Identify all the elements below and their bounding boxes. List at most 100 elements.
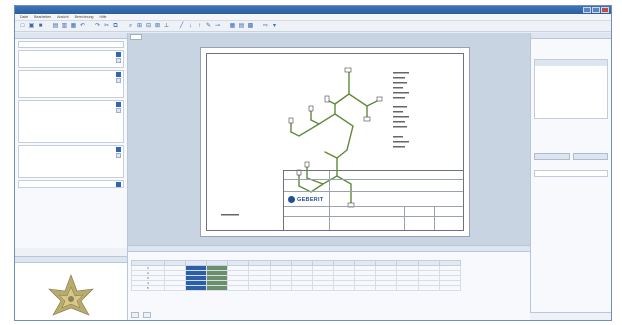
measure-icon[interactable]: ⟂ [163, 23, 170, 30]
edit-icon[interactable] [116, 153, 121, 158]
add-icon[interactable] [116, 182, 121, 187]
logo-mark-icon [288, 196, 295, 203]
edit-icon[interactable] [116, 108, 121, 113]
list-item[interactable] [19, 62, 123, 67]
tab-drawing[interactable] [130, 34, 142, 40]
table-cell [185, 285, 208, 291]
connect-icon[interactable]: ⇨ [262, 23, 269, 30]
fitting-tool-icon[interactable]: ⊟ [145, 23, 152, 30]
menu-calculation[interactable]: Berechnung [75, 15, 94, 19]
table-cell [248, 285, 271, 291]
property-label [531, 51, 611, 57]
tab-properties[interactable] [534, 153, 570, 160]
property-list[interactable] [534, 59, 608, 119]
table-cell [227, 285, 250, 291]
drawing-sheet[interactable]: GEBERIT [200, 47, 470, 237]
print-icon[interactable]: ▤ [52, 23, 59, 30]
component-panel-header [15, 33, 127, 39]
left-panel-tabs [15, 248, 128, 256]
preview-panel [15, 256, 128, 320]
list-item[interactable] [535, 60, 607, 66]
open-icon[interactable]: ▣ [28, 23, 35, 30]
table-row[interactable]: 5 [131, 285, 462, 291]
table-cell [396, 285, 419, 291]
cut-icon[interactable]: ✂ [103, 23, 110, 30]
title-bar [15, 6, 611, 14]
component-group [18, 50, 124, 68]
results-header [128, 246, 530, 252]
results-tabs [131, 312, 151, 318]
undo-icon[interactable]: ↶ [79, 23, 86, 30]
drawing-canvas[interactable]: GEBERIT [128, 33, 530, 245]
group-actions [116, 147, 121, 158]
pencil-icon[interactable]: ✎ [205, 23, 212, 30]
valve-tool-icon[interactable]: ⊠ [154, 23, 161, 30]
table-cell [438, 285, 462, 291]
results-panel: 1 2 3 4 5 [128, 245, 530, 320]
group-actions [116, 102, 121, 113]
logo-text: GEBERIT [297, 196, 324, 203]
component-preview-image [48, 274, 94, 316]
application-window: Datei Bearbeiten Ansicht Berechnung Hilf… [14, 5, 612, 321]
edit-icon[interactable] [116, 58, 121, 63]
status-bar [530, 312, 611, 320]
table-cell [375, 285, 398, 291]
menu-help[interactable]: Hilfe [99, 15, 106, 19]
table-cell [269, 285, 292, 291]
table-cell [290, 285, 313, 291]
group-actions [116, 72, 121, 83]
save-icon[interactable]: ■ [37, 23, 44, 30]
table-cell: 5 [131, 285, 165, 291]
list-item[interactable] [19, 92, 123, 97]
main-area: GEBERIT 1 2 3 4 5 [15, 33, 611, 320]
group-title[interactable] [19, 181, 123, 187]
tab-messages[interactable] [143, 312, 151, 318]
component-group [18, 145, 124, 178]
tab-results[interactable] [131, 312, 139, 318]
zoom-icon[interactable]: ⌕ [127, 23, 134, 30]
menu-bar: Datei Bearbeiten Ansicht Berechnung Hilf… [15, 14, 611, 21]
component-filter-input[interactable] [18, 41, 124, 48]
menu-edit[interactable]: Bearbeiten [34, 15, 51, 19]
arrow-up-icon[interactable]: ↑ [196, 23, 203, 30]
close-button[interactable] [601, 7, 609, 13]
property-link[interactable] [531, 203, 611, 209]
property-label [531, 162, 611, 168]
add-icon[interactable] [116, 102, 121, 107]
table-cell [354, 285, 377, 291]
minimize-button[interactable] [583, 7, 591, 13]
grid-icon[interactable]: ▩ [247, 23, 254, 30]
draw-line-icon[interactable]: ╱ [178, 23, 185, 30]
toolbar: □ ▣ ■ ▤ ▥ ▦ ↶ ↷ ✂ ⧉ ⌕ ⊞ ⊟ ⊠ ⟂ ╱ ↓ ↑ ✎ ⊸ … [15, 21, 611, 32]
table-cell [311, 285, 335, 291]
property-field[interactable] [534, 170, 608, 177]
menu-file[interactable]: Datei [20, 15, 28, 19]
title-block: GEBERIT [283, 170, 463, 230]
pipe-tool-icon[interactable]: ⊞ [136, 23, 143, 30]
sheet-frame: GEBERIT [206, 53, 464, 231]
table-cell [333, 285, 356, 291]
list-item[interactable] [19, 137, 123, 142]
maximize-button[interactable] [592, 7, 600, 13]
window-controls [583, 7, 609, 13]
arrow-down-icon[interactable]: ↓ [187, 23, 194, 30]
edit-icon[interactable] [116, 78, 121, 83]
calc-icon[interactable]: ▦ [229, 23, 236, 30]
add-icon[interactable] [116, 147, 121, 152]
report-icon[interactable]: ▤ [238, 23, 245, 30]
tab-details[interactable] [572, 153, 608, 160]
add-icon[interactable] [116, 52, 121, 57]
list-item[interactable] [19, 172, 123, 177]
print-preview-icon[interactable]: ▥ [61, 23, 68, 30]
table-cell [163, 285, 187, 291]
copy-icon[interactable]: ⧉ [112, 23, 119, 30]
group-actions [116, 182, 121, 187]
dropdown-arrow-icon[interactable]: ▾ [271, 23, 278, 30]
add-icon[interactable] [116, 72, 121, 77]
redo-icon[interactable]: ↷ [94, 23, 101, 30]
results-table: 1 2 3 4 5 [131, 260, 462, 291]
new-icon[interactable]: □ [19, 23, 26, 30]
menu-view[interactable]: Ansicht [57, 15, 68, 19]
link-icon[interactable]: ⊸ [214, 23, 221, 30]
export-icon[interactable]: ▦ [70, 23, 77, 30]
